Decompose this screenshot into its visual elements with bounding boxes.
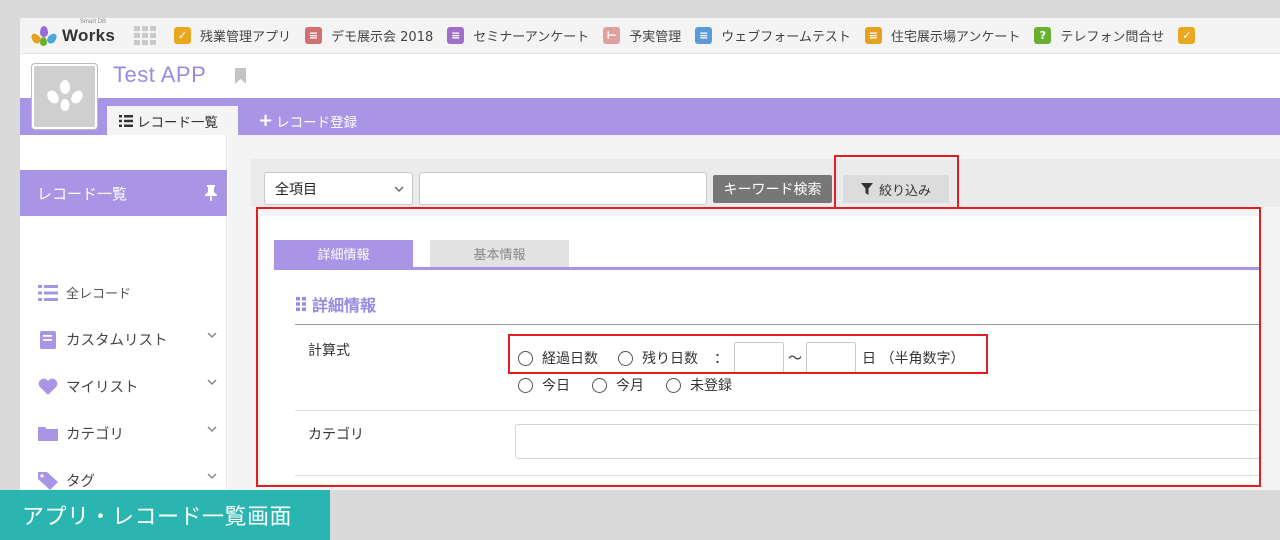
logo-mark-icon bbox=[29, 25, 60, 47]
radio-today[interactable] bbox=[518, 377, 533, 393]
app-shortcuts: ✓ 残業管理アプリ ≡ デモ展示会 2018 ≡ セミナーアンケート ⊢ 予実管理 ≡ ウ… bbox=[174, 26, 1218, 45]
drag-dots-icon bbox=[296, 297, 306, 311]
radio-this-month[interactable] bbox=[592, 377, 607, 393]
chevron-down-icon bbox=[394, 186, 404, 192]
sidebar-item-tag[interactable]: タグ bbox=[37, 470, 217, 490]
sidebar-header-record-list[interactable]: レコード一覧 bbox=[20, 170, 227, 216]
works-logo[interactable]: Smart DB Works bbox=[29, 19, 124, 47]
search-field-select[interactable]: 全項目 bbox=[264, 172, 413, 205]
app-shortcut-webform[interactable]: ≡ ウェブフォームテスト bbox=[695, 26, 851, 45]
row-divider bbox=[295, 475, 1260, 476]
days-to-input[interactable] bbox=[806, 342, 856, 374]
sidebar-item-my-list[interactable]: マイリスト bbox=[37, 376, 217, 397]
calc-options-row-2: 今日 今月 未登録 bbox=[518, 375, 732, 395]
filter-panel: 詳細情報 基本情報 詳細情報 計算式 経過日数 残り日数 ： 〜 日 （半角数字… bbox=[260, 216, 1260, 484]
top-app-bar: Smart DB Works ✓ 残業管理アプリ ≡ デモ展示会 2018 ≡ セミナ… bbox=[20, 18, 1280, 54]
app-title: Test APP bbox=[113, 62, 207, 87]
app-launcher-grid-icon[interactable] bbox=[134, 25, 156, 46]
checkbox-icon: ✓ bbox=[1178, 27, 1196, 44]
list-icon: ≡ bbox=[695, 27, 713, 44]
chevron-down-icon[interactable] bbox=[207, 472, 217, 480]
gantt-icon: ⊢ bbox=[603, 27, 621, 44]
radio-unregistered[interactable] bbox=[666, 377, 681, 393]
app-shortcut-more[interactable]: ✓ bbox=[1178, 27, 1204, 44]
tag-icon bbox=[37, 471, 59, 490]
logo-text: Works bbox=[62, 25, 116, 45]
tab-detail-info[interactable]: 詳細情報 bbox=[274, 240, 413, 267]
notebook-icon bbox=[37, 330, 59, 349]
row-divider bbox=[295, 410, 1260, 411]
plus-icon: + bbox=[258, 110, 274, 131]
view-tab-bar: レコード一覧 + レコード登録 bbox=[20, 98, 1280, 135]
app-shortcut-seminar[interactable]: ≡ セミナーアンケート bbox=[447, 26, 589, 45]
logo-small-text: Smart DB bbox=[80, 18, 107, 25]
app-shortcut-zangyo[interactable]: ✓ 残業管理アプリ bbox=[174, 26, 291, 45]
sidebar: レコード一覧 全レコード カスタムリスト マイリスト カテゴリ タグ bbox=[20, 135, 227, 490]
app-header: Test APP bbox=[20, 54, 1280, 129]
app-shortcut-yojitsu[interactable]: ⊢ 予実管理 bbox=[603, 26, 681, 45]
bookmark-icon[interactable] bbox=[234, 68, 247, 84]
keyword-input[interactable] bbox=[419, 172, 707, 205]
app-logo-drops-icon bbox=[46, 79, 83, 111]
radio-elapsed-days[interactable] bbox=[518, 350, 533, 366]
filter-button[interactable]: 絞り込み bbox=[843, 175, 949, 203]
sidebar-item-category[interactable]: カテゴリ bbox=[37, 423, 217, 444]
funnel-icon bbox=[860, 183, 873, 195]
days-from-input[interactable] bbox=[734, 342, 784, 374]
document-icon: ≡ bbox=[305, 27, 323, 44]
sidebar-item-custom-list[interactable]: カスタムリスト bbox=[37, 329, 217, 350]
app-shortcut-telephone[interactable]: ? テレフォン問合せ bbox=[1034, 26, 1164, 45]
list-icon bbox=[37, 284, 59, 302]
document-icon: ≡ bbox=[447, 27, 465, 44]
tab-record-register[interactable]: + レコード登録 bbox=[258, 106, 357, 135]
chevron-down-icon[interactable] bbox=[207, 425, 217, 433]
section-title: 詳細情報 bbox=[296, 292, 376, 316]
sidebar-item-all-records[interactable]: 全レコード bbox=[37, 283, 217, 302]
question-icon: ? bbox=[1034, 27, 1052, 44]
tab-record-list[interactable]: レコード一覧 bbox=[107, 106, 238, 135]
folder-icon bbox=[37, 425, 59, 443]
calc-options-row-1: 経過日数 残り日数 ： 〜 日 （半角数字） bbox=[518, 342, 964, 374]
app-shortcut-demo[interactable]: ≡ デモ展示会 2018 bbox=[305, 26, 433, 45]
keyword-search-button[interactable]: キーワード検索 bbox=[713, 175, 832, 203]
app-icon bbox=[32, 64, 97, 129]
pin-icon[interactable] bbox=[205, 185, 217, 201]
radio-remaining-days[interactable] bbox=[618, 350, 633, 366]
chevron-down-icon[interactable] bbox=[207, 378, 217, 386]
section-divider bbox=[295, 324, 1260, 325]
checkbox-icon: ✓ bbox=[174, 27, 191, 44]
tab-underline bbox=[274, 267, 1260, 270]
screen-caption: アプリ・レコード一覧画面 bbox=[0, 490, 330, 540]
note-icon: ≡ bbox=[864, 27, 882, 44]
category-input[interactable] bbox=[515, 424, 1260, 459]
list-icon bbox=[119, 114, 133, 127]
calc-formula-label: 計算式 bbox=[308, 343, 350, 359]
chevron-down-icon[interactable] bbox=[207, 331, 217, 339]
category-label: カテゴリ bbox=[308, 427, 364, 443]
app-shortcut-housing[interactable]: ≡ 住宅展示場アンケート bbox=[864, 26, 1020, 45]
heart-icon bbox=[37, 378, 59, 396]
tab-basic-info[interactable]: 基本情報 bbox=[430, 240, 569, 267]
search-bar: 全項目 キーワード検索 絞り込み bbox=[251, 159, 1280, 207]
